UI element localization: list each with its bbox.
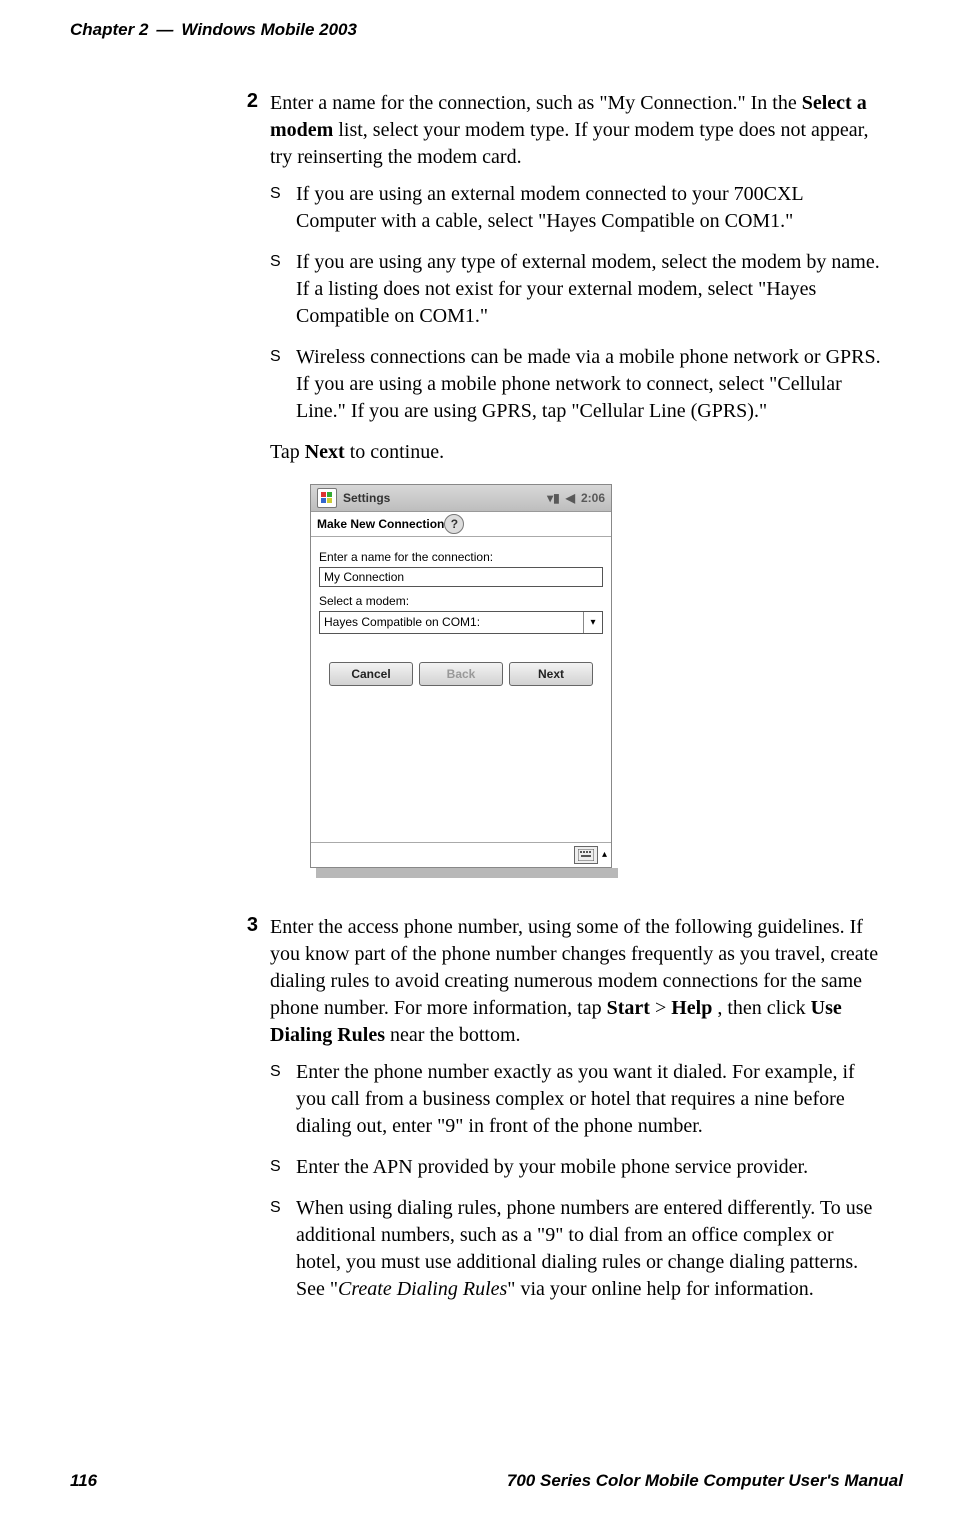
step-3: 3 Enter the access phone number, using s… <box>230 914 883 1317</box>
step-2-number: 2 <box>230 90 270 906</box>
header-chapter: Chapter 2 <box>70 20 148 40</box>
speaker-icon[interactable]: ◀ <box>566 490 575 506</box>
cancel-button[interactable]: Cancel <box>329 662 413 686</box>
mock-modem-label: Select a modem: <box>319 593 603 609</box>
mock-title: Settings <box>343 490 390 506</box>
chevron-down-icon[interactable]: ▾ <box>583 612 602 632</box>
mock-subtitle: Make New Connection <box>317 516 444 532</box>
header-separator: — <box>156 20 173 40</box>
step-3-bullet-3: When using dialing rules, phone numbers … <box>270 1195 883 1303</box>
screenshot: Settings ▾▮ ◀ 2:06 Make New Connection ? <box>310 484 610 878</box>
step-3-number: 3 <box>230 914 270 1317</box>
step-2-bullet-2: If you are using any type of external mo… <box>270 249 883 330</box>
modem-select[interactable]: Hayes Compatible on COM1: ▾ <box>319 611 603 633</box>
step-2-bullet-1: If you are using an external modem conne… <box>270 181 883 235</box>
connection-name-input[interactable] <box>319 567 603 587</box>
signal-icon[interactable]: ▾▮ <box>547 490 560 506</box>
header-title: Windows Mobile 2003 <box>181 20 357 40</box>
mock-titlebar: Settings ▾▮ ◀ 2:06 <box>311 485 611 512</box>
running-header: Chapter 2 — Windows Mobile 2003 <box>70 20 903 40</box>
mock-footer-bar: ▴ <box>311 842 611 867</box>
footer-title: 700 Series Color Mobile Computer User's … <box>507 1471 903 1491</box>
running-footer: 116 700 Series Color Mobile Computer Use… <box>70 1471 903 1491</box>
step-3-intro: Enter the access phone number, using som… <box>270 914 883 1049</box>
step-2: 2 Enter a name for the connection, such … <box>230 90 883 906</box>
keyboard-icon[interactable] <box>574 846 598 864</box>
next-button[interactable]: Next <box>509 662 593 686</box>
menu-up-icon[interactable]: ▴ <box>602 848 607 862</box>
step-2-intro: Enter a name for the connection, such as… <box>270 90 883 171</box>
step-3-bullet-2: Enter the APN provided by your mobile ph… <box>270 1154 883 1181</box>
modem-select-value: Hayes Compatible on COM1: <box>320 612 583 632</box>
mock-subtitle-bar: Make New Connection ? <box>311 512 611 537</box>
step-3-bullet-1: Enter the phone number exactly as you wa… <box>270 1059 883 1140</box>
help-icon[interactable]: ? <box>444 514 464 534</box>
clock-text[interactable]: 2:06 <box>581 490 605 506</box>
start-flag-icon[interactable] <box>317 488 337 508</box>
back-button: Back <box>419 662 503 686</box>
step-2-bullet-3: Wireless connections can be made via a m… <box>270 344 883 425</box>
mock-name-label: Enter a name for the connection: <box>319 549 603 565</box>
step-2-outro: Tap Next to continue. <box>270 439 883 466</box>
page-number: 116 <box>70 1471 97 1491</box>
